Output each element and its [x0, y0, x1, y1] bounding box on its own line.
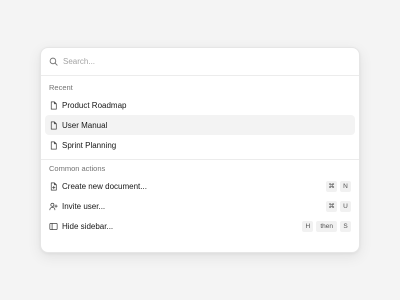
action-hide-sidebar[interactable]: Hide sidebar... H then S	[45, 216, 355, 236]
file-icon	[49, 100, 58, 110]
user-plus-icon	[49, 202, 58, 211]
file-icon	[49, 120, 58, 130]
shortcut-key: U	[340, 200, 351, 212]
shortcut-key: S	[340, 220, 351, 232]
search-icon	[49, 53, 58, 71]
shortcut-key: ⌘	[326, 200, 337, 212]
shortcut: ⌘ N	[326, 180, 351, 192]
item-label: Product Roadmap	[62, 100, 127, 110]
item-label: Invite user...	[62, 201, 106, 211]
shortcut: ⌘ U	[326, 200, 351, 212]
file-plus-icon	[49, 181, 58, 191]
action-invite-user[interactable]: Invite user... ⌘ U	[45, 196, 355, 216]
action-create-new-document[interactable]: Create new document... ⌘ N	[45, 176, 355, 196]
item-label: Sprint Planning	[62, 140, 117, 150]
shortcut-key: H	[302, 220, 314, 232]
recent-item-user-manual[interactable]: User Manual	[45, 115, 355, 135]
recent-item-product-roadmap[interactable]: Product Roadmap	[45, 95, 355, 115]
item-label: User Manual	[62, 120, 108, 130]
item-label: Hide sidebar...	[62, 221, 114, 231]
file-icon	[49, 140, 58, 150]
group-heading-common-actions: Common actions	[49, 164, 106, 173]
search-input[interactable]	[63, 54, 323, 69]
shortcut-key: N	[340, 180, 351, 192]
item-label: Create new document...	[62, 181, 147, 191]
recent-item-sprint-planning[interactable]: Sprint Planning	[45, 135, 355, 155]
command-palette: Recent Product Roadmap User Manual Sprin…	[40, 47, 360, 253]
group-separator	[41, 159, 359, 160]
search-bar	[41, 48, 359, 76]
shortcut-then-label: then	[316, 220, 337, 232]
shortcut: H then S	[302, 220, 351, 232]
sidebar-icon	[49, 222, 58, 231]
shortcut-key: ⌘	[326, 180, 337, 192]
group-heading-recent: Recent	[49, 83, 73, 92]
